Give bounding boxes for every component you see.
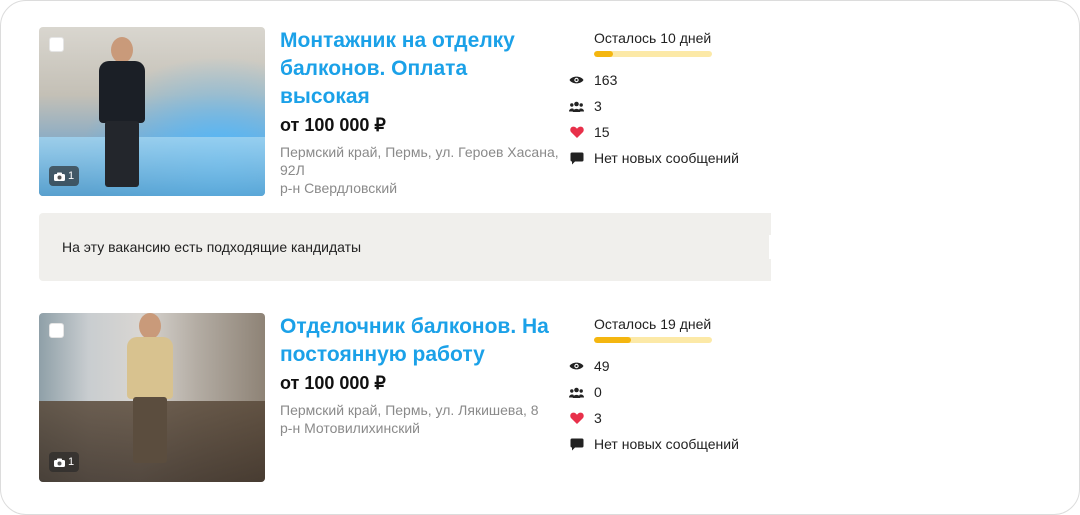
messages-status[interactable]: Нет новых сообщений — [594, 150, 739, 166]
views-stat: 49 — [569, 353, 779, 379]
photo-person — [91, 37, 151, 187]
days-left-progress — [594, 337, 712, 343]
vacancy-title-link[interactable]: Отделочник балконов. На постоянную работ… — [280, 313, 560, 369]
favorites-stat: 3 — [569, 405, 779, 431]
heart-icon — [569, 411, 584, 426]
camera-icon — [54, 458, 65, 467]
responses-stat: 3 — [569, 93, 779, 119]
days-left-progress-fill — [594, 51, 613, 57]
photo-count-badge: 1 — [49, 452, 80, 472]
days-left-label: Осталось 19 дней — [594, 316, 712, 332]
vacancy-stats: Осталось 19 дней 49 0 3 Нет новых сообще… — [569, 313, 779, 457]
photo-count-badge: 1 — [49, 166, 80, 186]
vacancy-district: р-н Мотовилихинский — [280, 420, 420, 436]
days-left-progress — [594, 51, 712, 57]
messages-stat[interactable]: Нет новых сообщений — [569, 145, 779, 171]
vacancy-card: 1 Отделочник балконов. На постоянную раб… — [39, 313, 779, 483]
views-stat: 163 — [569, 67, 779, 93]
photo-count: 1 — [68, 456, 75, 468]
vacancy-stats: Осталось 10 дней 163 3 15 Нет новых сооб… — [569, 27, 779, 171]
vacancy-info: Монтажник на отделку балконов. Оплата вы… — [280, 27, 560, 197]
responses-count: 0 — [594, 384, 602, 400]
messages-stat[interactable]: Нет новых сообщений — [569, 431, 779, 457]
photo-person — [119, 313, 179, 463]
vacancy-address: Пермский край, Пермь, ул. Лякишева, 8 — [280, 402, 539, 418]
chat-bubble-icon — [569, 437, 584, 452]
people-icon — [569, 385, 584, 400]
favorites-stat: 15 — [569, 119, 779, 145]
candidates-notice[interactable]: На эту вакансию есть подходящие кандидат… — [39, 213, 773, 281]
favorites-count: 15 — [594, 124, 610, 140]
views-count: 163 — [594, 72, 618, 88]
vacancy-district: р-н Свердловский — [280, 180, 398, 196]
camera-icon — [54, 172, 65, 181]
vacancy-title-link[interactable]: Монтажник на отделку балконов. Оплата вы… — [280, 27, 560, 111]
favorites-count: 3 — [594, 410, 602, 426]
days-left-label: Осталось 10 дней — [594, 30, 712, 46]
people-icon — [569, 99, 584, 114]
chat-bubble-icon — [569, 151, 584, 166]
responses-count: 3 — [594, 98, 602, 114]
views-count: 49 — [594, 358, 610, 374]
vacancy-salary: от 100 000 ₽ — [280, 373, 386, 393]
eye-icon — [569, 73, 584, 88]
vacancy-address: Пермский край, Пермь, ул. Героев Хасана,… — [280, 144, 559, 178]
days-left-progress-fill — [594, 337, 631, 343]
notice-edge — [769, 235, 773, 259]
eye-icon — [569, 359, 584, 374]
vacancy-info: Отделочник балконов. На постоянную работ… — [280, 313, 560, 437]
vacancy-photo[interactable]: 1 — [39, 27, 265, 196]
select-checkbox[interactable] — [49, 323, 64, 338]
responses-stat: 0 — [569, 379, 779, 405]
candidates-notice-text: На эту вакансию есть подходящие кандидат… — [62, 239, 362, 255]
messages-status[interactable]: Нет новых сообщений — [594, 436, 739, 452]
heart-icon — [569, 125, 584, 140]
vacancy-photo[interactable]: 1 — [39, 313, 265, 482]
vacancy-card: 1 Монтажник на отделку балконов. Оплата … — [39, 27, 779, 203]
vacancy-salary: от 100 000 ₽ — [280, 115, 386, 135]
select-checkbox[interactable] — [49, 37, 64, 52]
photo-count: 1 — [68, 170, 75, 182]
listings-panel: 1 Монтажник на отделку балконов. Оплата … — [0, 0, 1080, 515]
